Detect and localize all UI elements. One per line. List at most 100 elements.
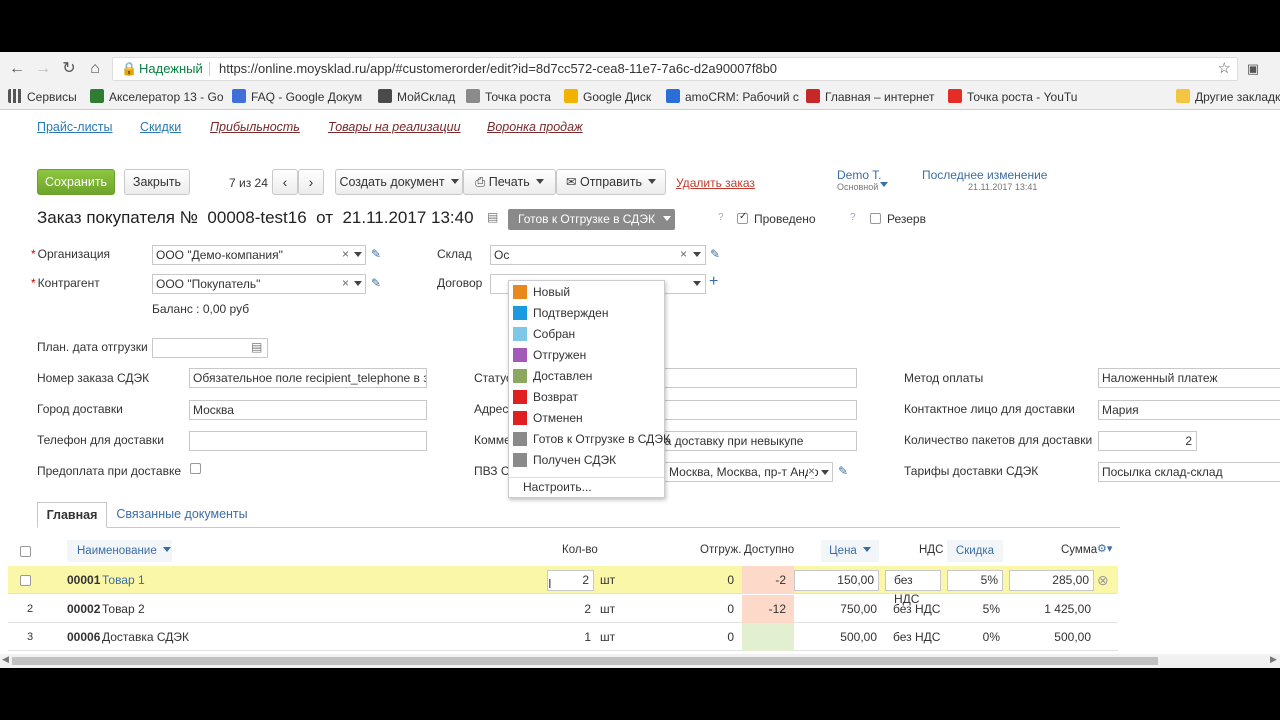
product-code[interactable]: 00001 — [67, 566, 100, 594]
pencil-icon[interactable]: ✎ — [371, 276, 381, 290]
price-value[interactable]: 750,00 — [792, 595, 877, 623]
warehouse-field[interactable]: Ос — [490, 245, 706, 265]
home-icon[interactable]: ⌂ — [86, 60, 104, 78]
vat-value[interactable]: без НДС — [893, 623, 940, 651]
sum-input[interactable]: 285,00 — [1009, 570, 1094, 591]
status-select[interactable]: Готов к Отгрузке в СДЭК — [508, 209, 675, 230]
cdek-order-field[interactable]: Обязательное поле recipient_telephone в … — [189, 368, 427, 388]
last-change-label[interactable]: Последнее изменение — [922, 168, 1047, 182]
table-row[interactable]: 3 00006 Доставка СДЭК 1 500,00 без НДС 0% 500,0… — [8, 623, 1118, 651]
contact-field[interactable]: Мария — [1098, 400, 1280, 420]
tab-profitability[interactable]: Прибыльность — [210, 120, 300, 134]
chevron-down-icon[interactable] — [880, 182, 888, 187]
clear-icon[interactable]: × — [680, 247, 687, 261]
pencil-icon[interactable]: ✎ — [710, 247, 720, 261]
status-option[interactable]: Возврат — [513, 387, 578, 407]
status-option[interactable]: Готов к Отгрузке в СДЭК — [513, 429, 670, 449]
qty-value[interactable]: 2 — [575, 595, 591, 623]
packages-field[interactable]: 2 — [1098, 431, 1197, 451]
posted-checkbox[interactable]: ✓ — [737, 211, 748, 224]
table-row[interactable]: 00001 Товар 1 2 150,00 без НДС 5% 285,00 ⊗ Iшт 0-… — [8, 566, 1118, 606]
qty-input[interactable]: 2 — [547, 570, 594, 591]
scroll-left-icon[interactable]: ◀ — [2, 654, 9, 665]
status-option[interactable]: Отменен — [513, 408, 583, 428]
clear-icon[interactable]: × — [342, 247, 349, 261]
qty-value[interactable]: 1 — [575, 623, 591, 651]
configure-link[interactable]: Настроить... — [523, 477, 592, 497]
chevron-down-icon[interactable] — [693, 281, 701, 286]
horizontal-scrollbar[interactable]: ◀ ▶ — [0, 654, 1280, 668]
chevron-down-icon[interactable] — [354, 252, 362, 257]
clear-icon[interactable]: × — [808, 464, 816, 478]
bookmark-item[interactable]: Главная – интернет — [806, 86, 934, 110]
status-option[interactable]: Подтвержден — [513, 303, 608, 323]
bookmark-item[interactable]: FAQ - Google Докум — [232, 86, 362, 110]
vat-select[interactable]: без НДС — [885, 570, 941, 606]
tab-sales-funnel[interactable]: Воронка продаж — [487, 120, 583, 134]
tab-consignment[interactable]: Товары на реализации — [328, 120, 461, 134]
bookmark-item[interactable]: Google Диск — [564, 86, 651, 110]
print-button[interactable]: ⎙ Печать — [463, 169, 556, 195]
tariff-field[interactable]: Посылка склад-склад — [1098, 462, 1280, 482]
sum-value[interactable]: 1 425,00 — [1006, 595, 1091, 623]
status-option[interactable]: Доставлен — [513, 366, 592, 386]
apps-bookmark[interactable]: Сервисы — [8, 86, 77, 110]
owner-name[interactable]: Demo T. — [837, 168, 881, 182]
tab-discounts[interactable]: Скидки — [140, 120, 181, 134]
product-name[interactable]: Товар 1 — [102, 566, 145, 594]
phone-field[interactable] — [189, 431, 427, 451]
tab-price-lists[interactable]: Прайс-листы — [37, 120, 113, 134]
chevron-down-icon[interactable] — [693, 252, 701, 257]
remove-row-icon[interactable]: ⊗ — [1097, 566, 1109, 594]
calendar-icon[interactable]: ▤ — [487, 210, 498, 224]
other-bookmarks[interactable]: Другие закладки — [1176, 86, 1280, 110]
bookmark-item[interactable]: amoCRM: Рабочий с — [666, 86, 799, 110]
product-code[interactable]: 00006 — [67, 623, 100, 651]
plus-icon[interactable]: + — [709, 273, 718, 291]
send-button[interactable]: ✉ Отправить — [556, 169, 666, 195]
status-option[interactable]: Отгружен — [513, 345, 586, 365]
discount-value[interactable]: 0% — [948, 623, 1000, 651]
url-input[interactable]: 🔒 Надежный https://online.moysklad.ru/ap… — [112, 57, 1238, 81]
reserve-checkbox[interactable] — [870, 213, 881, 224]
clear-icon[interactable]: × — [342, 276, 349, 290]
bookmark-item[interactable]: Точка роста - YouTu — [948, 86, 1077, 110]
table-row[interactable]: 2 00002 Товар 2 2 750,00 без НДС 5% 1 425,00 шт 0… — [8, 594, 1118, 623]
next-button[interactable]: › — [298, 169, 324, 195]
row-checkbox[interactable] — [20, 575, 31, 586]
order-date[interactable]: 21.11.2017 13:40 — [342, 208, 473, 227]
delete-order-link[interactable]: Удалить заказ — [676, 176, 755, 190]
tab-related-docs[interactable]: Связанные документы — [107, 502, 257, 528]
order-number[interactable]: 00008-test16 — [207, 208, 306, 227]
price-header[interactable]: Цена — [821, 540, 879, 562]
chevron-down-icon[interactable] — [821, 470, 829, 475]
status-option[interactable]: Собран — [513, 324, 575, 344]
bookmark-item[interactable]: Точка роста — [466, 86, 551, 110]
counterparty-field[interactable]: ООО "Покупатель" — [152, 274, 366, 294]
star-icon[interactable]: ☆ — [1218, 58, 1231, 80]
prev-button[interactable]: ‹ — [272, 169, 298, 195]
pencil-icon[interactable]: ✎ — [838, 464, 848, 478]
bookmark-item[interactable]: Акселератор 13 - Go — [90, 86, 224, 110]
bookmark-item[interactable]: МойСклад — [378, 86, 455, 110]
discount-input[interactable]: 5% — [947, 570, 1003, 591]
status-option[interactable]: Новый — [513, 282, 570, 302]
pencil-icon[interactable]: ✎ — [371, 247, 381, 261]
back-icon[interactable]: ← — [8, 60, 26, 78]
chevron-down-icon[interactable] — [354, 281, 362, 286]
forward-icon[interactable]: → — [34, 60, 52, 78]
city-field[interactable]: Москва — [189, 400, 427, 420]
tab-main[interactable]: Главная — [37, 502, 107, 528]
org-field[interactable]: ООО "Демо-компания" — [152, 245, 366, 265]
status-option[interactable]: Получен СДЭК — [513, 450, 616, 470]
vat-value[interactable]: без НДС — [893, 595, 940, 623]
scroll-right-icon[interactable]: ▶ — [1270, 654, 1277, 665]
calendar-icon[interactable]: ▤ — [251, 340, 262, 354]
gear-icon[interactable]: ⚙▾ — [1097, 542, 1112, 555]
extension-icon[interactable]: ▣ — [1244, 60, 1262, 78]
name-header[interactable]: Наименование — [67, 540, 172, 562]
scrollbar-thumb[interactable] — [12, 657, 1158, 665]
price-input[interactable]: 150,00 — [794, 570, 879, 591]
product-name[interactable]: Товар 2 — [102, 595, 145, 623]
help-icon[interactable]: ? — [718, 212, 724, 223]
